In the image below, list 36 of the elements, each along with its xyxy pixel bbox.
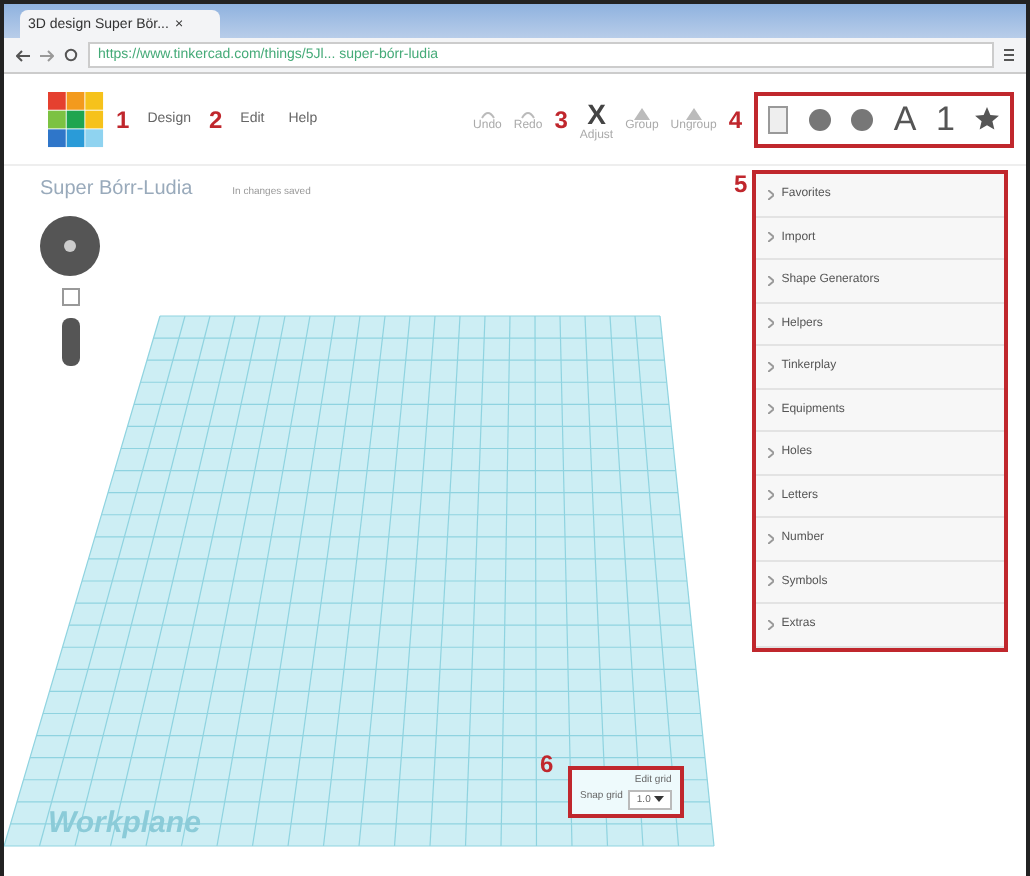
callout-number: 2 — [208, 105, 223, 133]
navigation-icon[interactable] — [40, 216, 100, 276]
reload-icon[interactable] — [64, 48, 78, 62]
chevron-right-icon — [767, 232, 774, 243]
chevron-right-icon — [767, 189, 774, 200]
logo-icon[interactable] — [48, 91, 104, 147]
chevron-right-icon — [767, 576, 774, 587]
chevron-right-icon — [767, 447, 774, 458]
triangle-icon — [685, 107, 702, 119]
triangle-icon — [633, 107, 650, 119]
page-icon[interactable] — [767, 105, 788, 133]
forward-icon[interactable] — [40, 49, 54, 61]
callout-number: 4 — [728, 105, 742, 133]
zoom-slider-icon[interactable] — [61, 318, 79, 366]
callout-number: 3 — [554, 105, 568, 133]
chevron-right-icon — [767, 490, 774, 501]
chevron-right-icon — [767, 318, 774, 329]
chevron-right-icon — [767, 533, 774, 544]
callout-number: 5 — [734, 170, 748, 202]
view-option[interactable]: 1 — [935, 99, 955, 139]
view-option[interactable]: A — [893, 99, 917, 139]
dropdown-arrow-icon — [653, 796, 664, 802]
chevron-right-icon — [767, 361, 774, 372]
ball-icon[interactable] — [807, 107, 832, 131]
ball-icon[interactable] — [850, 107, 875, 131]
menu-icon[interactable] — [1004, 48, 1014, 62]
callout-number: 1 — [116, 105, 130, 133]
back-icon[interactable] — [16, 49, 30, 61]
workplane-label: Workplane — [48, 806, 201, 840]
star-icon[interactable] — [974, 106, 1001, 132]
chevron-right-icon — [767, 275, 774, 286]
chevron-right-icon — [767, 404, 774, 415]
callout-number: 6 — [540, 750, 554, 778]
design-title: Super Bórr-Ludia — [40, 178, 193, 200]
fit-view-icon[interactable] — [61, 288, 79, 306]
chevron-right-icon — [767, 619, 774, 630]
